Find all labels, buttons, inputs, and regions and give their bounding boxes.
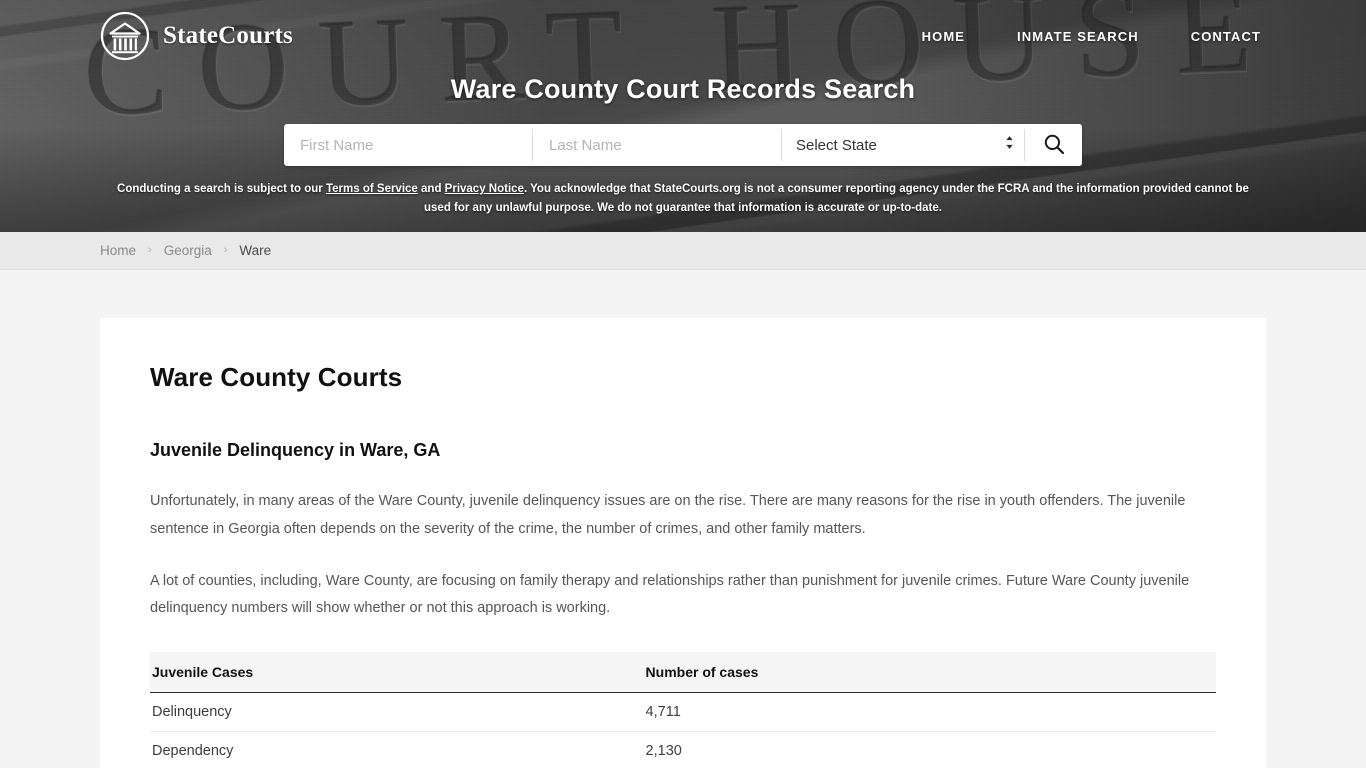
table-cell-case-type: Dependency (150, 731, 644, 768)
table-header-cases: Juvenile Cases (150, 652, 644, 694)
breadcrumb-item-georgia[interactable]: Georgia (164, 243, 212, 258)
state-select-wrapper: Select State (782, 124, 1024, 166)
privacy-notice-link[interactable]: Privacy Notice (445, 183, 524, 195)
page-title: Ware County Courts (150, 362, 403, 392)
table-cell-case-count: 2,130 (643, 731, 1216, 768)
juvenile-cases-table: Juvenile Cases Number of cases Delinquen… (150, 652, 1216, 768)
top-navigation-bar: StateCourts HOME INMATE SEARCH CONTACT (0, 0, 1366, 72)
breadcrumb-item-home[interactable]: Home (100, 243, 136, 258)
main-nav: HOME INMATE SEARCH CONTACT (922, 29, 1266, 44)
disclaimer-text-2: and (417, 183, 445, 195)
terms-of-service-link[interactable]: Terms of Service (326, 183, 418, 195)
disclaimer-text-1: Conducting a search is subject to our (117, 183, 326, 195)
search-bar: Select State (284, 124, 1082, 166)
table-row: Dependency 2,130 (150, 731, 1216, 768)
chevron-right-icon: › (148, 244, 152, 256)
table-cell-case-type: Delinquency (150, 692, 644, 733)
body-paragraph-1: Unfortunately, in many areas of the Ware… (150, 493, 1186, 537)
content-card: Ware County Courts Juvenile Delinquency … (100, 318, 1266, 768)
hero-banner: COURT HOUSE (0, 0, 1366, 232)
brand-name: StateCourts (163, 22, 293, 49)
last-name-input[interactable] (533, 124, 781, 166)
state-select[interactable]: Select State (782, 136, 1024, 154)
chevron-right-icon: › (223, 244, 228, 256)
nav-link-contact[interactable]: CONTACT (1191, 29, 1261, 44)
page-heading: Ware County Court Records Search (450, 74, 916, 104)
magnifier-icon (1043, 133, 1065, 158)
brand-logo[interactable]: StateCourts (100, 11, 293, 61)
nav-link-home[interactable]: HOME (922, 29, 965, 44)
breadcrumb-item-ware: Ware (239, 243, 272, 258)
breadcrumb: Home › Georgia › Ware (0, 232, 1366, 270)
table-header-row: Juvenile Cases Number of cases (150, 652, 1216, 694)
body-paragraph-2: A lot of counties, including, Ware Count… (150, 572, 1190, 617)
nav-link-inmate-search[interactable]: INMATE SEARCH (1017, 29, 1139, 44)
courthouse-circle-logo-icon (100, 11, 150, 61)
table-cell-case-count: 4,711 (643, 692, 1216, 733)
first-name-input[interactable] (284, 124, 532, 166)
search-disclaimer: Conducting a search is subject to our Te… (103, 180, 1263, 218)
search-button[interactable] (1025, 124, 1082, 166)
disclaimer-text-3: . You acknowledge that StateCourts.org i… (424, 183, 1249, 214)
table-row: Delinquency 4,711 (150, 692, 1216, 733)
section-title: Juvenile Delinquency in Ware, GA (150, 440, 441, 460)
table-header-number: Number of cases (643, 652, 1216, 694)
